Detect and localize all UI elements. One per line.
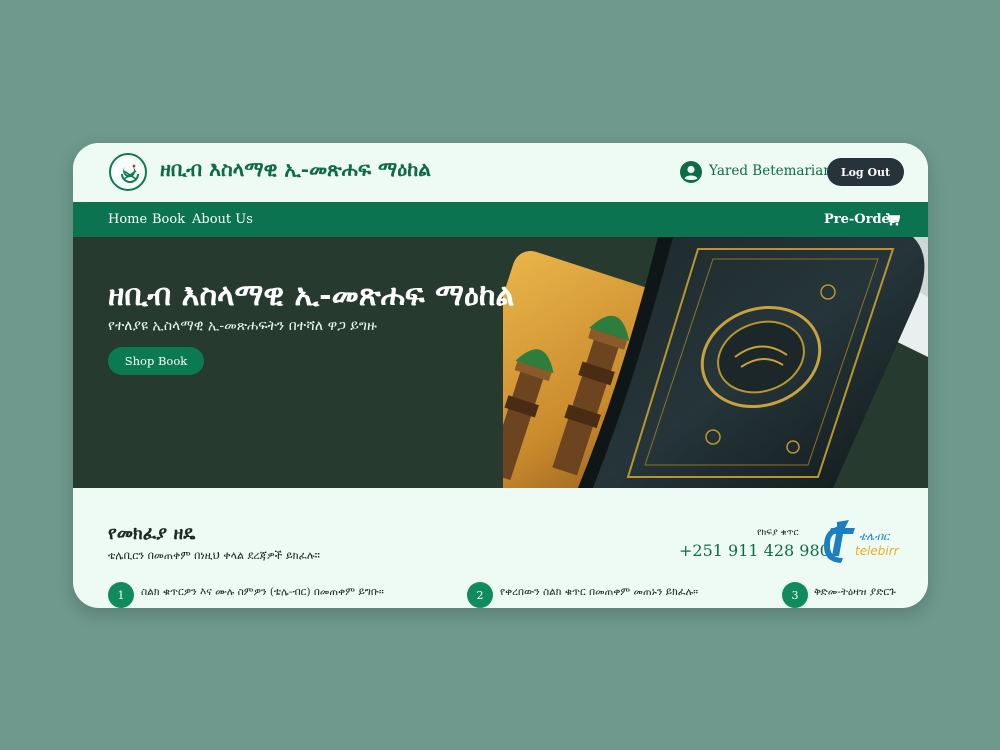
step-text-2: የቀረበውን ስልክ ቁጥር በመጠቀም መጠኑን ይክፈሉ። <box>500 586 699 598</box>
telebirr-amharic: ቴሌብር <box>859 530 891 543</box>
page-card: ዘቢብ እስላማዊ ኢ-መጽሐፍ ማዕከል Yared Betemariam L… <box>73 143 928 608</box>
cart-icon[interactable] <box>886 213 900 226</box>
site-logo[interactable] <box>109 153 147 191</box>
telebirr-name: telebirr <box>855 544 900 558</box>
main-nav: Home Book About Us Pre-Order <box>73 202 928 237</box>
nav-item-book[interactable]: Book <box>152 212 185 227</box>
step-number-1: 1 <box>108 582 134 608</box>
user-name[interactable]: Yared Betemariam <box>709 163 836 179</box>
telebirr-logo-icon: ቴሌብር telebirr <box>824 520 900 563</box>
hero-title: ዘቢብ እስላማዊ ኢ-መጽሐፍ ማዕከል <box>108 278 515 313</box>
step-text-1: ስልክ ቁጥርዎን እና ሙሉ ስምዎን (ቴሌ-ብር) በመጠቀም ይግቡ። <box>141 586 384 598</box>
step-number-2: 2 <box>467 582 493 608</box>
shop-book-button[interactable]: Shop Book <box>108 347 204 375</box>
nav-item-about-us[interactable]: About Us <box>192 212 253 227</box>
payment-phone-number: +251 911 428 980 <box>679 541 830 560</box>
step-text-3: ቅድመ-ትዕዛዝ ያድርጉ <box>814 586 896 598</box>
header: ዘቢብ እስላማዊ ኢ-መጽሐፍ ማዕከል Yared Betemariam L… <box>73 143 928 202</box>
hero-banner: ዘቢብ እስላማዊ ኢ-መጽሐፍ ማዕከል የተለያዩ ኢስላማዊ ኢ-መጽሐፍ… <box>73 237 928 488</box>
step-number-3: 3 <box>782 582 808 608</box>
logo-emblem-icon <box>121 164 139 183</box>
user-circle-icon[interactable] <box>680 161 702 183</box>
site-title[interactable]: ዘቢብ እስላማዊ ኢ-መጽሐፍ ማዕከል <box>160 157 431 181</box>
nav-item-home[interactable]: Home <box>108 212 147 227</box>
payment-subtitle: ቴሌቢርን በመጠቀም በነዚህ ቀላል ደረጃዎች ይክፈሉ። <box>108 549 320 562</box>
logout-button[interactable]: Log Out <box>827 158 904 186</box>
payment-phone-label: የክፍያ ቁጥር <box>757 528 799 538</box>
payment-title: የመክፈያ ዘዴ <box>108 523 196 544</box>
hero-subtitle: የተለያዩ ኢስላማዊ ኢ-መጽሐፍትን በተሻለ ዋጋ ይግዙ <box>108 318 377 334</box>
